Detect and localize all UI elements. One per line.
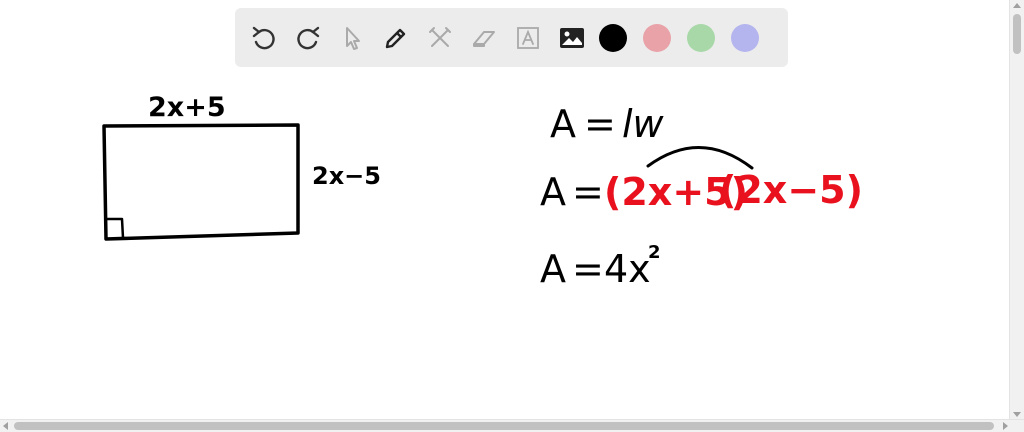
scroll-up-arrow-icon[interactable]: [1013, 3, 1021, 8]
equation-1-equals: =: [584, 102, 616, 146]
tools-icon: [429, 26, 451, 47]
equation-substitution: A = (2x+5) (2x−5): [540, 146, 863, 214]
equation-3-equals: =: [572, 247, 604, 291]
vertical-scroll-thumb[interactable]: [1013, 14, 1021, 54]
eraser-icon: [473, 30, 495, 47]
scroll-right-arrow-icon[interactable]: [1003, 422, 1008, 430]
vertical-scrollbar[interactable]: [1009, 0, 1024, 420]
insert-image-button[interactable]: [555, 21, 589, 55]
rectangle-figure: [102, 123, 300, 241]
pen-icon: [385, 28, 406, 48]
equation-2-factor-2: (2x−5): [719, 168, 863, 212]
horizontal-scroll-thumb[interactable]: [14, 422, 994, 430]
text-box-icon: [517, 26, 539, 49]
equation-3-exponent: 2: [648, 242, 661, 263]
tools-button[interactable]: [423, 21, 457, 55]
pointer-icon: [346, 26, 360, 50]
equation-2-equals: =: [572, 170, 604, 214]
right-angle-marker: [104, 217, 125, 240]
foil-arc: [646, 146, 754, 170]
color-swatch-black[interactable]: [599, 23, 627, 52]
rectangle-side-label: 2x−5: [312, 162, 381, 190]
drawing-toolbar: [235, 8, 788, 67]
equation-1-lhs: A: [550, 102, 576, 146]
redo-button[interactable]: [291, 21, 325, 55]
undo-icon: [252, 26, 275, 49]
eraser-button[interactable]: [467, 21, 501, 55]
equation-3-lhs: A: [540, 247, 566, 291]
equation-1-rhs: lw: [622, 102, 665, 146]
rectangle-top-label: 2x+5: [148, 92, 226, 123]
image-icon: [560, 27, 584, 48]
equation-2-lhs: A: [540, 170, 566, 214]
equation-result: A = 4x 2: [540, 242, 661, 291]
scroll-down-arrow-icon[interactable]: [1013, 412, 1021, 417]
undo-button[interactable]: [247, 21, 281, 55]
text-box-button[interactable]: [511, 21, 545, 55]
scroll-left-arrow-icon[interactable]: [3, 422, 8, 430]
color-swatch-lavender[interactable]: [731, 23, 759, 52]
horizontal-scrollbar[interactable]: [0, 419, 1024, 432]
select-pointer-button[interactable]: [335, 21, 369, 55]
redo-icon: [297, 26, 320, 49]
equation-area-formula: A = lw: [550, 102, 665, 146]
color-swatch-pink[interactable]: [643, 23, 671, 52]
equation-3-rhs: 4x: [604, 247, 651, 291]
rectangle-outline: [102, 123, 300, 241]
color-swatch-green[interactable]: [687, 23, 715, 52]
pen-button[interactable]: [379, 21, 413, 55]
